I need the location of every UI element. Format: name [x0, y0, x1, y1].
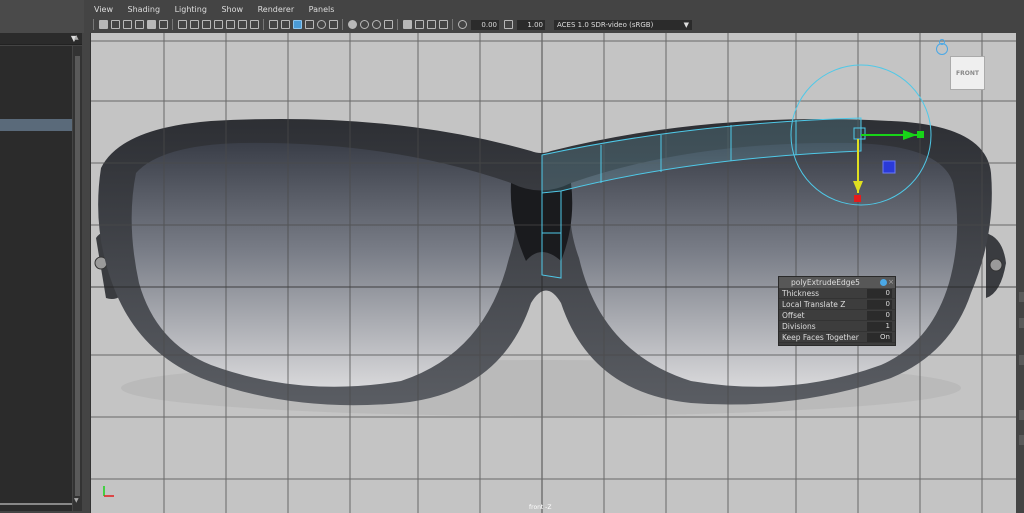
film-gate-icon[interactable] — [189, 20, 199, 29]
grid-icon[interactable] — [177, 20, 187, 29]
smooth-shade-icon[interactable] — [280, 20, 290, 29]
offset-row: Offset 0 — [779, 310, 895, 321]
close-icon[interactable]: × — [888, 277, 894, 288]
divisions-label: Divisions — [782, 322, 816, 331]
depth-of-field-icon[interactable] — [383, 20, 393, 29]
offset-label: Offset — [782, 311, 805, 320]
right-edge-panel — [1016, 0, 1024, 513]
outliner-selected-item[interactable] — [0, 119, 72, 131]
thickness-field[interactable]: 0 — [867, 289, 892, 298]
select-camera-icon[interactable] — [98, 20, 108, 29]
ambient-occlusion-icon[interactable] — [347, 20, 357, 29]
camera-icon[interactable] — [936, 39, 948, 55]
panel-menubar: View Shading Lighting Show Renderer Pane… — [90, 5, 1024, 17]
side-tab[interactable] — [1019, 292, 1024, 302]
menu-view[interactable]: View — [94, 5, 113, 14]
toolbar-separator — [397, 19, 398, 30]
extrude-node-label: polyExtrudeEdge5 — [791, 278, 860, 287]
right-hinge — [989, 258, 1003, 272]
divisions-field[interactable]: 1 — [867, 322, 892, 331]
in-view-editor[interactable]: polyExtrudeEdge5 × Thickness 0 Local Trans… — [778, 276, 896, 346]
toolbar-separator — [263, 19, 264, 30]
outliner-list[interactable] — [0, 46, 72, 511]
keep-faces-together-label: Keep Faces Together — [782, 333, 859, 342]
outliner-panel: ▼ ▲ ▼ — [0, 0, 84, 513]
thickness-label: Thickness — [782, 289, 820, 298]
color-space-label: ACES 1.0 SDR-video (sRGB) — [557, 20, 654, 29]
menu-renderer[interactable]: Renderer — [258, 5, 295, 14]
shadows-icon[interactable] — [328, 20, 338, 29]
gamma-field[interactable]: 1.00 — [517, 19, 545, 30]
outliner-header — [0, 0, 84, 33]
local-translate-z-field[interactable]: 0 — [867, 300, 892, 309]
xray-icon[interactable] — [414, 20, 424, 29]
local-translate-z-row: Local Translate Z 0 — [779, 299, 895, 310]
gizmo-z-handle — [882, 160, 896, 174]
viewport-scene — [91, 33, 1016, 513]
info-icon[interactable] — [880, 279, 887, 286]
backface-culling-icon[interactable] — [438, 20, 448, 29]
scrollbar-thumb[interactable] — [75, 56, 80, 496]
toolbar-separator — [452, 19, 453, 30]
xray-joints-icon[interactable] — [426, 20, 436, 29]
side-tab[interactable] — [1019, 355, 1024, 365]
2d-pan-zoom-icon[interactable] — [146, 20, 156, 29]
wireframe-on-shaded-icon[interactable] — [292, 20, 302, 29]
outliner-scrollbar[interactable] — [73, 46, 82, 511]
image-plane-icon[interactable] — [134, 20, 144, 29]
wireframe-icon[interactable] — [268, 20, 278, 29]
keep-faces-together-row: Keep Faces Together On — [779, 332, 895, 343]
side-tab[interactable] — [1019, 410, 1024, 420]
exposure-icon[interactable] — [457, 20, 467, 29]
field-chart-icon[interactable] — [225, 20, 235, 29]
local-translate-z-label: Local Translate Z — [782, 300, 846, 309]
toolbar-separator — [342, 19, 343, 30]
divisions-row: Divisions 1 — [779, 321, 895, 332]
toolbar-separator — [93, 19, 94, 30]
color-space-dropdown[interactable]: ACES 1.0 SDR-video (sRGB) ▼ — [554, 19, 692, 30]
gizmo-x-handle — [917, 131, 924, 138]
view-cube[interactable]: FRONT — [950, 56, 985, 90]
texture-icon[interactable] — [304, 20, 314, 29]
view-label: front -Z — [529, 504, 552, 511]
side-tab[interactable] — [1019, 318, 1024, 328]
menu-lighting[interactable]: Lighting — [175, 5, 207, 14]
extrude-node-title[interactable]: polyExtrudeEdge5 × — [779, 277, 895, 288]
toolbar-separator — [172, 19, 173, 30]
camera-attributes-icon[interactable] — [110, 20, 120, 29]
isolate-icon[interactable] — [402, 20, 412, 29]
safe-title-icon[interactable] — [249, 20, 259, 29]
scroll-up-icon[interactable]: ▲ — [74, 34, 79, 41]
scroll-down-icon[interactable]: ▼ — [74, 497, 79, 504]
resolution-gate-icon[interactable] — [201, 20, 211, 29]
gate-mask-icon[interactable] — [213, 20, 223, 29]
menu-show[interactable]: Show — [221, 5, 243, 14]
light-icon[interactable] — [316, 20, 326, 29]
panel-toolbar: 0.00 1.00 ACES 1.0 SDR-video (sRGB) ▼ — [90, 17, 1024, 32]
motion-blur-icon[interactable] — [359, 20, 369, 29]
menu-panels[interactable]: Panels — [309, 5, 335, 14]
offset-field[interactable]: 0 — [867, 311, 892, 320]
anti-aliasing-icon[interactable] — [371, 20, 381, 29]
exposure-field[interactable]: 0.00 — [471, 19, 499, 30]
outliner-dropdown[interactable]: ▼ — [0, 33, 82, 45]
axis-indicator — [103, 486, 114, 497]
gizmo-y-handle — [854, 195, 861, 202]
viewport-3d[interactable]: front -Z — [90, 33, 1016, 513]
gamma-icon[interactable] — [503, 20, 513, 29]
safe-action-icon[interactable] — [237, 20, 247, 29]
side-tab[interactable] — [1019, 435, 1024, 445]
menu-shading[interactable]: Shading — [128, 5, 161, 14]
chevron-down-icon: ▼ — [683, 20, 689, 29]
thickness-row: Thickness 0 — [779, 288, 895, 299]
divider — [0, 503, 72, 505]
bookmark-icon[interactable] — [122, 20, 132, 29]
keep-faces-together-field[interactable]: On — [867, 333, 892, 342]
grease-pencil-icon[interactable] — [158, 20, 168, 29]
